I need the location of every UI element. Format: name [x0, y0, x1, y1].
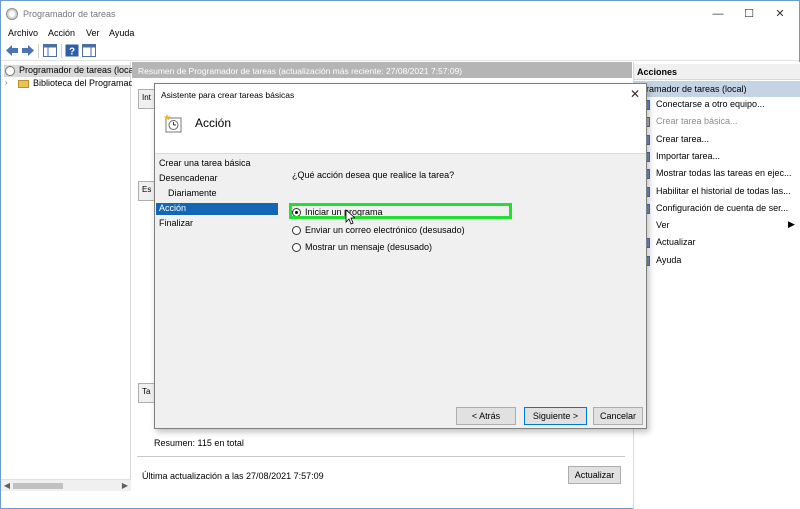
step-item[interactable]: Finalizar — [159, 218, 193, 230]
action-item[interactable]: Importar tarea... — [656, 151, 720, 161]
radio-button[interactable] — [292, 226, 301, 235]
maximize-button[interactable]: ☐ — [734, 5, 764, 23]
toolbar-separator — [61, 44, 62, 58]
title-bar: Programador de tareas — ☐ ✕ — [1, 1, 799, 27]
toolbar: ? — [1, 41, 799, 61]
cancel-button[interactable]: Cancelar — [593, 407, 643, 425]
option-label: Mostrar un mensaje (desusado) — [305, 242, 433, 252]
actions-header: Acciones — [634, 64, 800, 80]
tree-item-root[interactable]: Programador de tareas (local — [4, 65, 136, 77]
chevron-right-icon[interactable]: › — [5, 78, 8, 87]
dialog-close-button[interactable]: ✕ — [630, 87, 640, 101]
menu-archivo[interactable]: Archivo — [8, 28, 38, 38]
menu-ver[interactable]: Ver — [86, 28, 100, 38]
next-button[interactable]: Siguiente > — [524, 407, 587, 425]
scroll-left-icon[interactable]: ◀ — [1, 480, 13, 492]
window-title: Programador de tareas — [23, 9, 116, 19]
scroll-right-icon[interactable]: ▶ — [119, 480, 131, 492]
dialog-title: Asistente para crear tareas básicas — [155, 84, 646, 106]
action-item[interactable]: Conectarse a otro equipo... — [656, 99, 765, 109]
action-item[interactable]: Ayuda — [656, 255, 681, 265]
close-button[interactable]: ✕ — [765, 5, 795, 23]
summary-header: Resumen de Programador de tareas (actual… — [132, 62, 632, 78]
mouse-pointer-icon — [345, 209, 355, 225]
clock-icon — [5, 66, 15, 76]
step-item[interactable]: Crear una tarea básica — [159, 158, 251, 170]
last-update-text: Última actualización a las 27/08/2021 7:… — [142, 471, 324, 481]
scrollbar-thumb[interactable] — [13, 483, 63, 489]
minimize-button[interactable]: — — [703, 5, 733, 23]
clock-icon — [6, 8, 18, 20]
action-item[interactable]: Ver — [656, 220, 670, 230]
question-text: ¿Qué acción desea que realice la tarea? — [292, 170, 455, 180]
menu-ayuda[interactable]: Ayuda — [109, 28, 134, 38]
action-item[interactable]: Actualizar — [656, 237, 696, 247]
step-item[interactable]: Desencadenar — [159, 173, 218, 185]
tree-horizontal-scrollbar[interactable]: ◀ ▶ — [1, 479, 131, 491]
highlight-box — [289, 203, 512, 219]
submenu-arrow-icon: ▶ — [788, 219, 795, 229]
tree-item-label: Programador de tareas (local — [19, 65, 136, 75]
console-tree-icon[interactable] — [43, 44, 57, 57]
console-tree: Programador de tareas (local › Bibliotec… — [1, 62, 136, 491]
toolbar-separator — [38, 44, 39, 58]
tree-item-label: Biblioteca del Programad — [33, 78, 134, 88]
action-item[interactable]: Mostrar todas las tareas en ejec... — [656, 168, 792, 178]
radio-button[interactable] — [292, 243, 301, 252]
actions-section-label: Programador de tareas (local) — [634, 84, 747, 94]
svg-text:?: ? — [69, 47, 75, 58]
task-scheduler-window: Programador de tareas — ☐ ✕ Archivo Acci… — [0, 0, 800, 509]
forward-arrow-icon[interactable] — [21, 44, 35, 57]
actions-section-header[interactable]: Programador de tareas (local) — [634, 81, 800, 97]
action-item[interactable]: Crear tarea... — [656, 134, 709, 144]
dialog-header-title: Acción — [195, 116, 232, 130]
divider — [137, 456, 625, 457]
action-item[interactable]: Crear tarea básica... — [656, 116, 738, 126]
menu-bar: Archivo Acción Ver Ayuda — [1, 27, 799, 41]
refresh-button[interactable]: Actualizar — [568, 466, 621, 484]
tree-item-library[interactable]: › Biblioteca del Programad — [4, 78, 134, 90]
action-item[interactable]: Configuración de cuenta de ser... — [656, 203, 788, 213]
option-label: Enviar un correo electrónico (desusado) — [305, 225, 465, 235]
summary-total: Resumen: 115 en total — [154, 438, 244, 448]
help-icon[interactable]: ? — [65, 44, 79, 57]
actions-panel: Acciones Programador de tareas (local) C… — [633, 62, 800, 509]
show-hide-pane-icon[interactable] — [82, 44, 96, 57]
action-item[interactable]: Habilitar el historial de todas las... — [656, 186, 791, 196]
menu-accion[interactable]: Acción — [48, 28, 75, 38]
step-item-current[interactable]: Acción — [156, 203, 278, 215]
basic-task-wizard-dialog: Asistente para crear tareas básicas ✕ Ac… — [154, 83, 647, 429]
step-item[interactable]: Diariamente — [168, 188, 217, 200]
dialog-header: Acción — [155, 106, 646, 154]
folder-icon — [18, 80, 29, 88]
back-arrow-icon[interactable] — [5, 44, 19, 57]
back-button[interactable]: < Atrás — [456, 407, 516, 425]
task-wizard-icon — [163, 114, 182, 133]
